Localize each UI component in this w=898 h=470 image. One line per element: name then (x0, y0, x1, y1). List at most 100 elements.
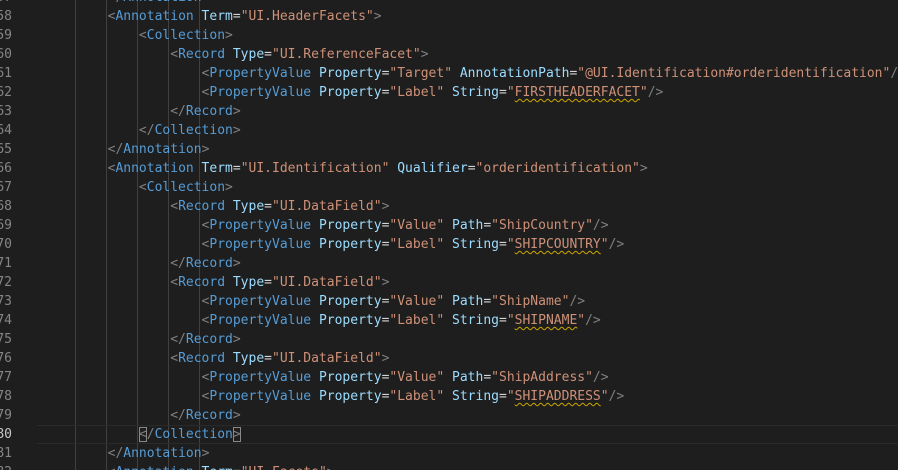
tag-name: Record (178, 199, 233, 214)
code-line[interactable]: 79 </Record> (0, 406, 898, 425)
code-text[interactable]: </Annotation> (45, 444, 210, 463)
code-text[interactable]: <Collection> (45, 178, 233, 197)
tag-name: Collection (146, 180, 226, 195)
line-number: 79 (0, 406, 12, 425)
code-line[interactable]: 70 <PropertyValue Property="Label" Strin… (0, 235, 898, 254)
code-line[interactable]: 58 <Annotation Term="UI.HeaderFacets"> (0, 7, 898, 26)
tag-punctuation: > (232, 408, 241, 423)
code-line[interactable]: 68 <Record Type="UI.DataField"> (0, 197, 898, 216)
code-text[interactable]: <PropertyValue Property="Value" Path="Sh… (45, 368, 609, 387)
code-text[interactable]: </Record> (45, 102, 240, 121)
code-text[interactable]: </Collection> (45, 425, 241, 444)
attribute-value: " (506, 237, 515, 252)
spellcheck-flagged-word: SHIPCOUNTRY (514, 237, 601, 252)
tag-name: Record (178, 47, 233, 62)
code-line[interactable]: 61 <PropertyValue Property="Target" Anno… (0, 64, 898, 83)
code-line[interactable]: 77 <PropertyValue Property="Value" Path=… (0, 368, 898, 387)
code-text[interactable]: <PropertyValue Property="Value" Path="Sh… (45, 292, 586, 311)
code-line[interactable]: 75 </Record> (0, 330, 898, 349)
code-editor[interactable]: 57 </Annotation>58 <Annotation Term="UI.… (0, 0, 898, 470)
line-number: 61 (0, 64, 12, 83)
tag-name: Collection (154, 123, 233, 138)
code-line[interactable]: 81 </Annotation> (0, 444, 898, 463)
code-line[interactable]: 60 <Record Type="UI.ReferenceFacet"> (0, 45, 898, 64)
code-line[interactable]: 72 <Record Type="UI.DataField"> (0, 273, 898, 292)
code-line[interactable]: 65 </Annotation> (0, 140, 898, 159)
code-text[interactable]: <Collection> (45, 26, 233, 45)
code-text[interactable]: </Record> (45, 330, 240, 349)
code-line[interactable]: 57 </Annotation> (0, 0, 898, 7)
code-text[interactable]: </Annotation> (45, 0, 210, 7)
code-text[interactable]: <PropertyValue Property="Label" String="… (45, 235, 625, 254)
code-line[interactable]: 59 <Collection> (0, 26, 898, 45)
code-text[interactable]: <PropertyValue Property="Label" String="… (45, 311, 601, 330)
code-text[interactable]: <Record Type="UI.DataField"> (45, 273, 389, 292)
tag-name: PropertyValue (209, 85, 319, 100)
code-text[interactable]: </Collection> (45, 121, 241, 140)
code-line[interactable]: 74 <PropertyValue Property="Label" Strin… (0, 311, 898, 330)
tag-name: PropertyValue (209, 294, 319, 309)
tag-punctuation: > (232, 123, 241, 138)
line-number-text: 75 (0, 332, 12, 347)
code-text[interactable]: <PropertyValue Property="Target" Annotat… (45, 64, 898, 83)
tag-punctuation: / (146, 427, 155, 442)
code-line[interactable]: 69 <PropertyValue Property="Value" Path=… (0, 216, 898, 235)
equals-sign: = (264, 351, 272, 366)
line-number-text: 57 (0, 0, 12, 5)
tag-punctuation: > (373, 9, 382, 24)
code-text[interactable]: <Record Type="UI.DataField"> (45, 349, 389, 368)
code-text[interactable]: <PropertyValue Property="Label" String="… (45, 387, 625, 406)
line-number: 60 (0, 45, 12, 64)
code-text[interactable]: <Record Type="UI.DataField"> (45, 197, 389, 216)
code-text[interactable]: <Annotation Term="UI.HeaderFacets"> (45, 7, 382, 26)
attribute-name: String (452, 313, 499, 328)
code-text[interactable]: <PropertyValue Property="Value" Path="Sh… (45, 216, 609, 235)
code-text[interactable]: </Record> (45, 406, 241, 425)
tag-name: Annotation (115, 161, 202, 176)
attribute-value: "ShipAddress" (491, 370, 593, 385)
attribute-name: String (452, 85, 499, 100)
tag-punctuation: > (225, 180, 233, 195)
code-line[interactable]: 66 <Annotation Term="UI.Identification" … (0, 159, 898, 178)
equals-sign: = (232, 161, 241, 176)
code-line-current[interactable]: 80 </Collection> (0, 425, 898, 444)
code-line[interactable]: 62 <PropertyValue Property="Label" Strin… (0, 83, 898, 102)
line-number-text: 74 (0, 313, 12, 328)
line-number-text: 67 (0, 180, 12, 195)
code-line[interactable]: 71 </Record> (0, 254, 898, 273)
line-number-text: 59 (0, 28, 12, 43)
code-line[interactable]: 78 <PropertyValue Property="Label" Strin… (0, 387, 898, 406)
code-line[interactable]: 64 </Collection> (0, 121, 898, 140)
code-line[interactable]: 82 <Annotation Term="UI.Facets"> (0, 463, 898, 470)
tag-punctuation: </ (170, 256, 186, 271)
code-text[interactable]: <PropertyValue Property="Label" String="… (45, 83, 664, 102)
code-text[interactable]: </Annotation> (45, 140, 210, 159)
code-text[interactable]: <Annotation Term="UI.Facets"> (45, 463, 335, 470)
code-line[interactable]: 63 </Record> (0, 102, 898, 121)
code-line[interactable]: 73 <PropertyValue Property="Value" Path=… (0, 292, 898, 311)
attribute-value: " (600, 237, 609, 252)
equals-sign: = (483, 218, 492, 233)
line-number-text: 69 (0, 218, 12, 233)
attribute-value: " (506, 313, 515, 328)
code-text[interactable]: <Annotation Term="UI.Identification" Qua… (45, 159, 648, 178)
line-number-text: 58 (0, 9, 12, 24)
code-line[interactable]: 67 <Collection> (0, 178, 898, 197)
tag-punctuation: /> (608, 237, 625, 252)
line-number: 78 (0, 387, 12, 406)
code-text[interactable]: <Record Type="UI.ReferenceFacet"> (45, 45, 429, 64)
tag-punctuation: > (420, 47, 429, 62)
code-text[interactable]: </Record> (45, 254, 240, 273)
tag-punctuation: > (381, 351, 390, 366)
code-line[interactable]: 76 <Record Type="UI.DataField"> (0, 349, 898, 368)
line-number: 74 (0, 311, 12, 330)
